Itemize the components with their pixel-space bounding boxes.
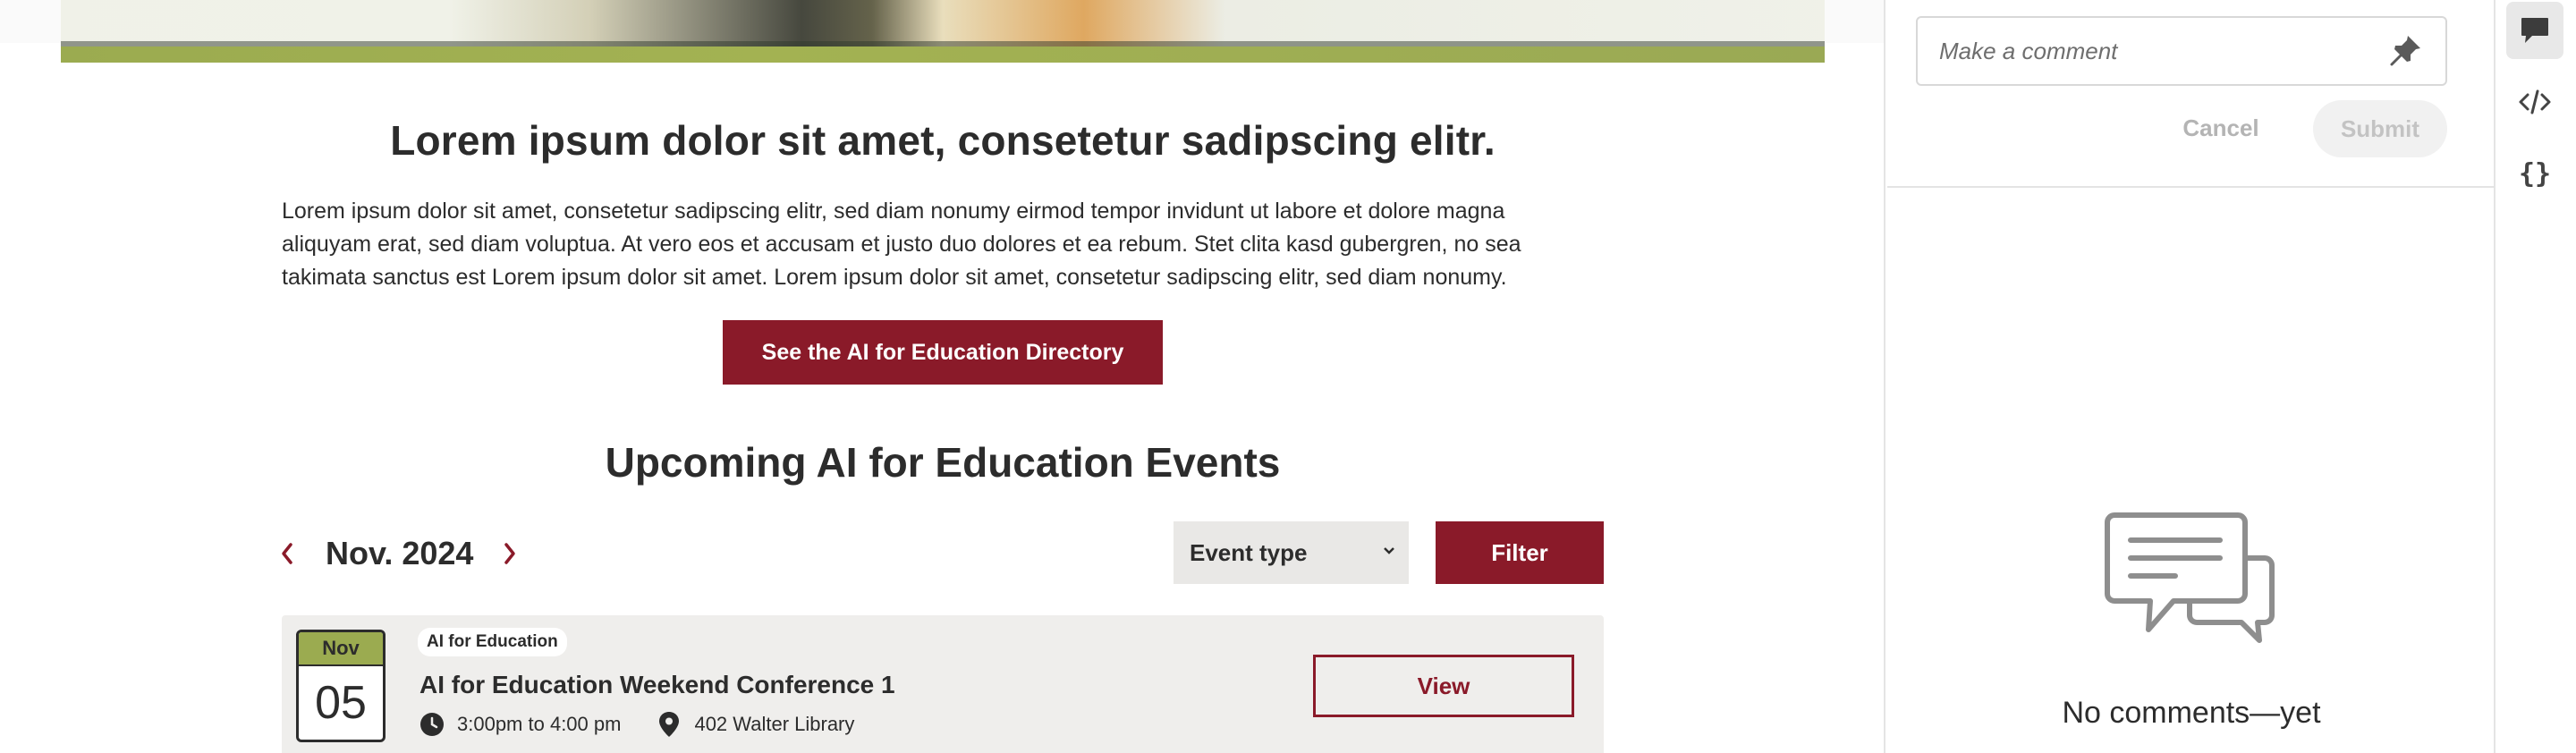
event-type-label: Event type <box>1190 538 1308 566</box>
month-navigation: Nov. 2024 <box>277 528 520 580</box>
json-braces-icon[interactable]: {} <box>2506 145 2563 202</box>
submit-button[interactable]: Submit <box>2313 100 2447 157</box>
event-title[interactable]: AI for Education Weekend Conference 1 <box>419 671 895 699</box>
comment-input[interactable]: Make a comment <box>1916 16 2447 86</box>
right-rail: {} <box>2497 0 2576 753</box>
chevron-left-icon[interactable] <box>277 543 297 564</box>
code-icon[interactable] <box>2506 73 2563 131</box>
event-time: 3:00pm to 4:00 pm <box>457 713 622 735</box>
event-meta: 3:00pm to 4:00 pm 402 Walter Library <box>419 712 854 737</box>
date-badge: Nov 05 <box>296 630 386 742</box>
filter-button[interactable]: Filter <box>1436 521 1604 584</box>
location-pin-icon <box>657 712 682 737</box>
chevron-down-icon <box>1382 541 1396 562</box>
view-event-button[interactable]: View <box>1313 655 1574 717</box>
empty-comments-label: No comments—yet <box>2062 696 2321 730</box>
page-heading: Lorem ipsum dolor sit amet, consetetur s… <box>390 117 1496 164</box>
event-location: 402 Walter Library <box>694 713 855 735</box>
event-tag: AI for Education <box>418 628 567 656</box>
comments-divider <box>1887 186 2496 188</box>
clock-icon <box>419 712 445 737</box>
cancel-button[interactable]: Cancel <box>2172 106 2270 150</box>
chevron-right-icon[interactable] <box>500 543 520 564</box>
date-month: Nov <box>299 632 383 666</box>
speech-bubbles-icon <box>2104 512 2275 644</box>
hero-image-shade <box>61 41 1825 47</box>
month-label: Nov. 2024 <box>326 535 474 571</box>
events-heading: Upcoming AI for Education Events <box>605 439 1281 486</box>
page-preview: Lorem ipsum dolor sit amet, consetetur s… <box>0 0 1885 753</box>
intro-paragraph: Lorem ipsum dolor sit amet, consetetur s… <box>282 199 1521 290</box>
event-type-select[interactable]: Event type <box>1174 521 1409 584</box>
date-day: 05 <box>315 677 367 729</box>
directory-button[interactable]: See the AI for Education Directory <box>723 320 1163 385</box>
event-card: Nov 05 AI for Education AI for Education… <box>282 615 1604 753</box>
comment-icon[interactable] <box>2506 2 2563 59</box>
pin-icon[interactable] <box>2388 32 2424 68</box>
hero-image-photo <box>61 0 1825 47</box>
